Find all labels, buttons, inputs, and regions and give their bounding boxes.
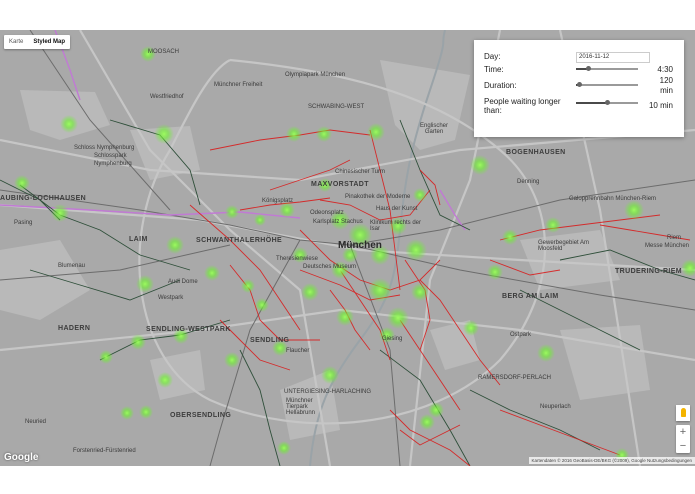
label-odeonsplatz: Odeonsplatz — [310, 210, 344, 216]
label-ostpark: Ostpark — [510, 332, 532, 338]
filter-panel: Day: 2016-11-12 Time: 4:30 Duration: 120… — [474, 40, 684, 137]
label-schloss-nymphenburg: Schloss Nymphenburg — [74, 145, 135, 151]
google-logo[interactable]: Google — [4, 452, 38, 463]
label-bogenhausen: BOGENHAUSEN — [506, 149, 566, 156]
duration-label: Duration: — [484, 81, 517, 90]
label-galopprennbahn: Galopprennbahn München-Riem — [569, 196, 657, 202]
label-muenchen: München — [338, 240, 382, 251]
map-type-styled[interactable]: Styled Map — [28, 35, 70, 49]
waiting-label-line2: than: — [484, 106, 502, 115]
label-neuperlach: Neuperlach — [540, 404, 571, 410]
waiting-label-line1: People waiting longer — [484, 97, 561, 106]
label-trudering-riem: TRUDERING-RIEM — [615, 268, 683, 275]
map-type-karte[interactable]: Karte — [4, 35, 28, 49]
label-westfriedhof: Westfriedhof — [150, 94, 184, 100]
duration-slider-thumb[interactable] — [576, 82, 582, 87]
duration-unit: min — [660, 86, 673, 95]
label-denning: Denning — [517, 179, 540, 185]
day-input[interactable]: 2016-11-12 — [576, 52, 650, 63]
label-sendling: SENDLING — [250, 337, 290, 344]
label-koenigsplatz: Königsplatz — [262, 198, 294, 204]
label-moosach: MOOSACH — [148, 49, 180, 55]
label-aubing: AUBING-LOCHHAUSEN — [0, 195, 87, 202]
duration-slider[interactable] — [576, 82, 638, 87]
waiting-slider[interactable] — [576, 100, 638, 105]
waiting-slider-fill — [576, 102, 607, 104]
label-karlsplatz: Karlsplatz Stachus — [313, 219, 363, 225]
pegman-icon[interactable] — [676, 405, 690, 421]
label-riem: Riem — [667, 235, 682, 241]
label-forstenried: Forstenried-Fürstenried — [73, 448, 136, 454]
label-haus-der-kunst: Haus der Kunst — [376, 206, 418, 212]
time-slider-thumb[interactable] — [585, 66, 591, 71]
label-audi-dome: Audi Dome — [168, 279, 198, 285]
duration-value: 120 — [659, 76, 673, 85]
label-messe: Messe München — [645, 243, 690, 249]
label-berg-am-laim: BERG AM LAIM — [502, 293, 559, 300]
label-olympiapark: Olympiapark München — [285, 72, 346, 78]
zoom-in-button[interactable]: + — [676, 425, 690, 439]
label-klinikum: Klinikum rechts der Isar — [370, 220, 422, 232]
label-nymphenburg: Nymphenburg — [94, 161, 132, 167]
label-obersendling: OBERSENDLING — [170, 412, 232, 419]
day-label: Day: — [484, 52, 501, 61]
time-slider[interactable] — [576, 66, 638, 71]
label-hadern: HADERN — [58, 325, 91, 332]
zoom-out-button[interactable]: − — [676, 439, 690, 453]
label-blumenau: Blumenau — [58, 263, 86, 269]
label-theresienwiese: Theresienwiese — [276, 256, 319, 262]
label-laim: LAIM — [129, 236, 148, 243]
map-type-control: Karte Styled Map — [4, 35, 71, 49]
waiting-value: 10 min — [648, 101, 673, 110]
label-giesing: Giesing — [382, 336, 403, 342]
label-pasing: Pasing — [14, 220, 33, 226]
label-englischer-garten: Englischer Garten — [419, 123, 448, 135]
label-chinesischer-turm: Chinesischer Turm — [335, 169, 386, 175]
time-label: Time: — [484, 65, 504, 74]
label-untergiesing: UNTERGIESING-HARLACHING — [284, 389, 372, 395]
label-sendling-westpark: SENDLING-WESTPARK — [146, 326, 231, 333]
label-neuried: Neuried — [25, 419, 47, 425]
label-schlosspark: Schlosspark — [94, 153, 127, 159]
label-ramersdorf: RAMERSDORF-PERLACH — [478, 375, 552, 381]
label-schwanthalerhoehe: SCHWANTHALERHÖHE — [196, 237, 283, 244]
label-schwabing-west: SCHWABING-WEST — [308, 104, 365, 110]
waiting-slider-thumb[interactable] — [604, 100, 610, 105]
label-muenchner-freiheit: Münchner Freiheit — [214, 82, 263, 88]
map-attribution[interactable]: Kartendaten © 2016 GeoBasis-DE/BKG (©200… — [528, 457, 695, 464]
label-gewerbegebiet: Gewerbegebiet Am Moosfeld — [538, 240, 590, 252]
label-tierpark: Münchner Tierpark Hellabrunn — [286, 398, 316, 416]
time-value: 4:30 — [657, 65, 673, 74]
label-westpark: Westpark — [158, 295, 184, 301]
label-flaucher: Flaucher — [286, 348, 310, 354]
label-pinakothek: Pinakothek der Moderne — [345, 194, 411, 200]
zoom-control: + − — [676, 425, 690, 453]
label-deutsches-museum: Deutsches Museum — [303, 264, 357, 270]
label-maxvorstadt: MAXVORSTADT — [311, 181, 369, 188]
pegman-figure — [680, 408, 686, 417]
